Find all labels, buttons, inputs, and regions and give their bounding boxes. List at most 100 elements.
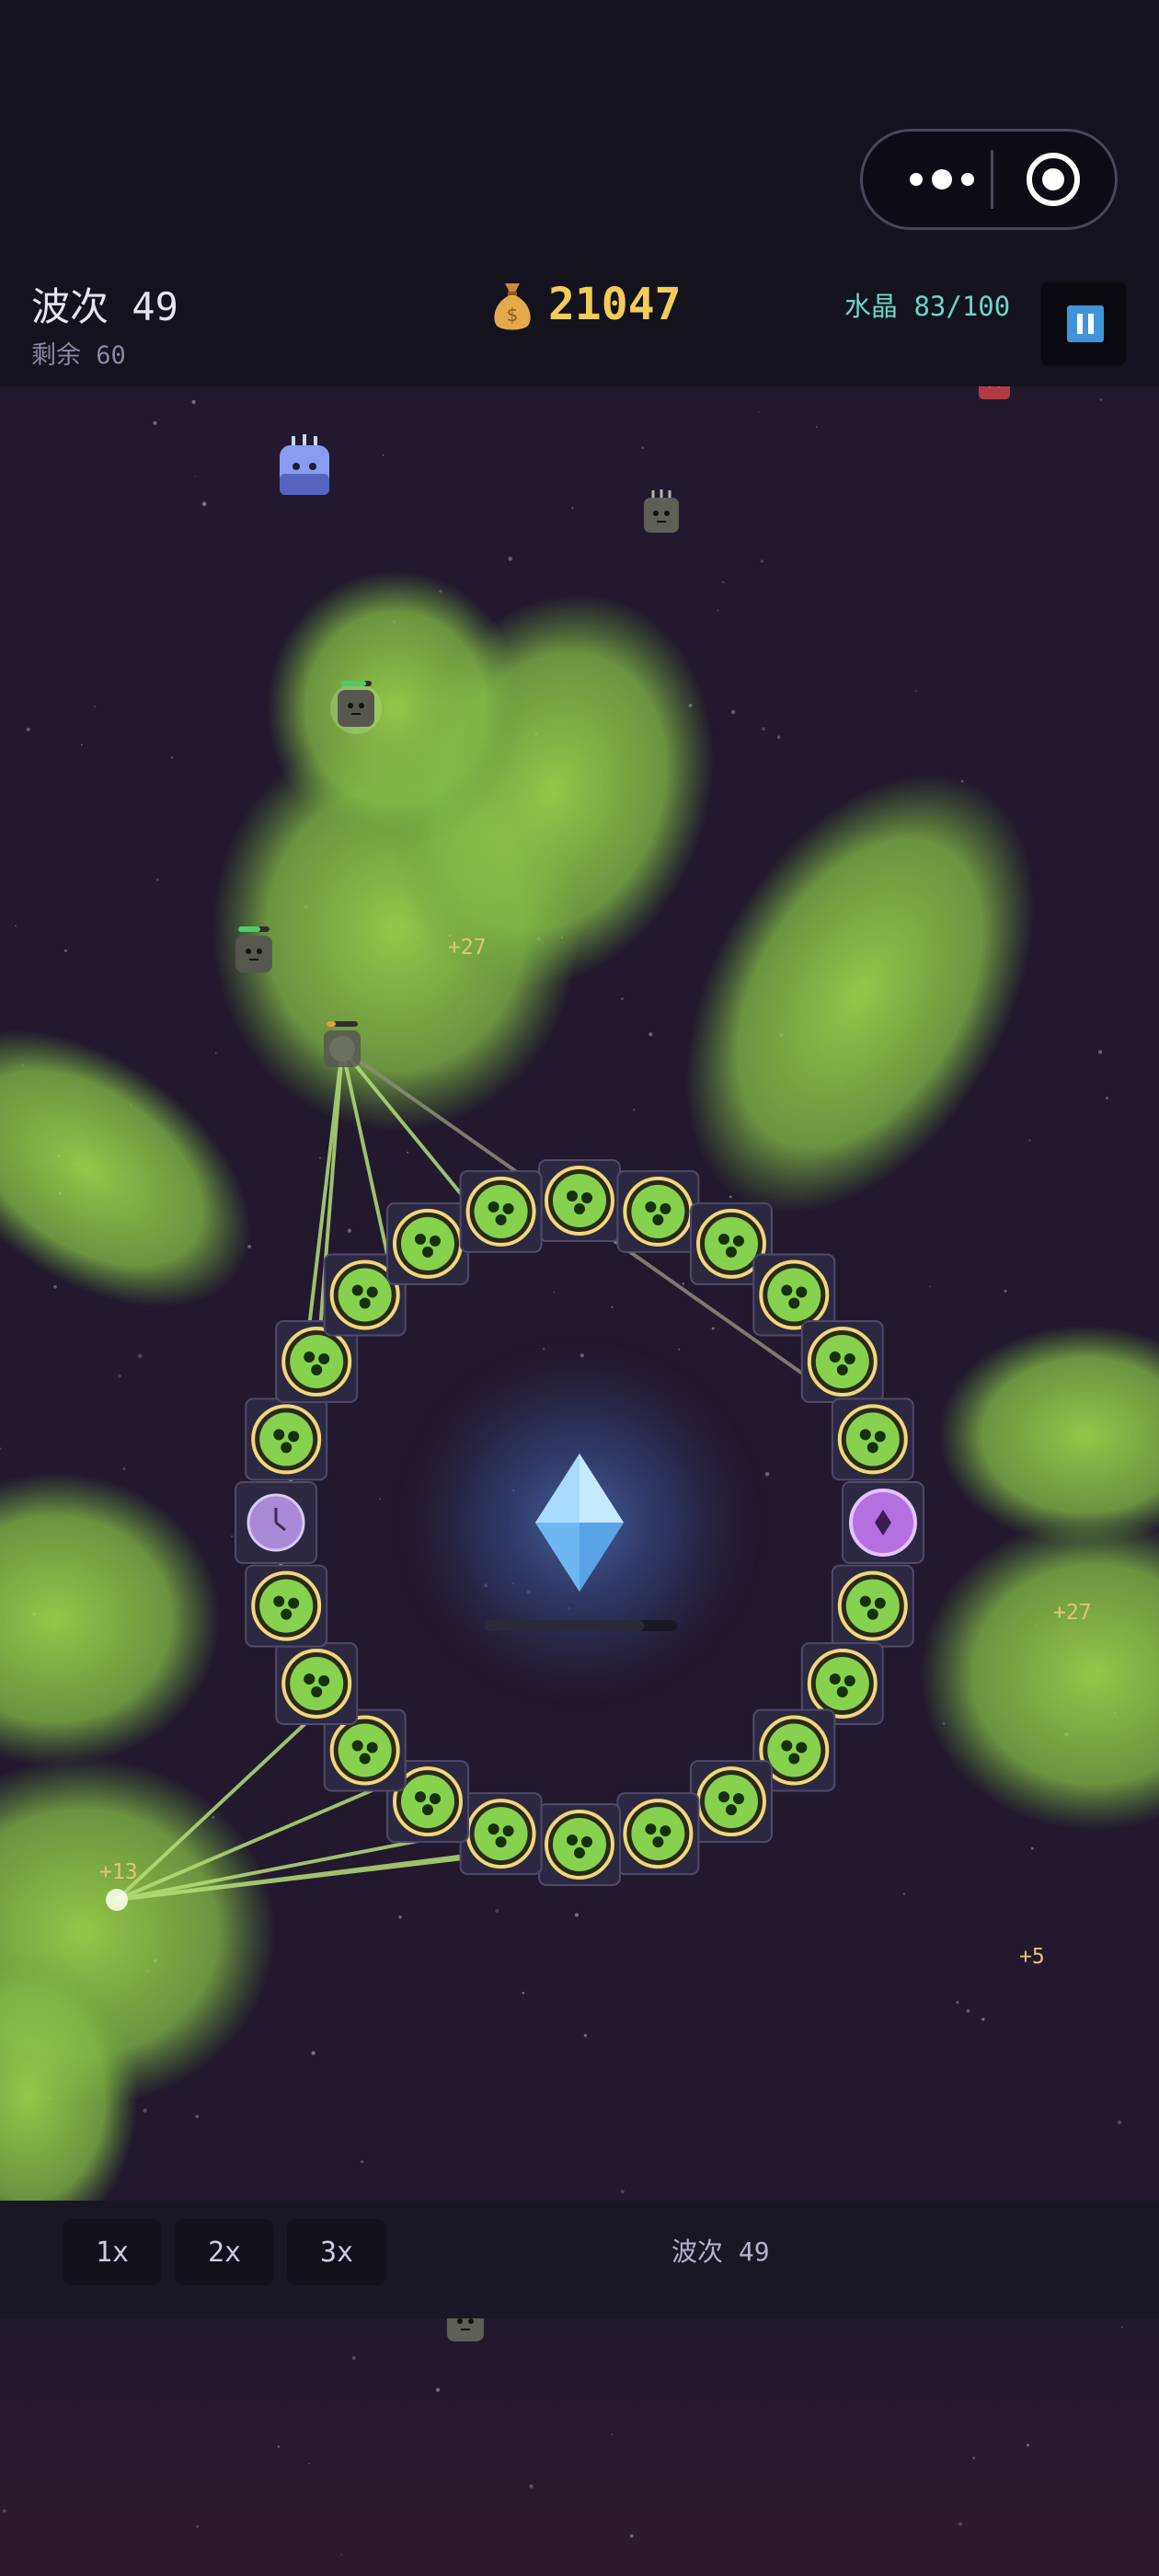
speed-2x-button[interactable]: 2x [175,2219,274,2285]
tower-slot[interactable] [459,1169,543,1253]
tower-slot[interactable] [800,1320,884,1403]
star [611,1305,614,1308]
star [170,756,174,759]
star [26,728,30,731]
star [760,559,764,563]
star [153,420,157,425]
star [137,1353,143,1359]
target-icon[interactable] [1024,150,1083,209]
star [311,2051,316,2055]
tower-slot[interactable] [459,1792,543,1876]
svg-text:$: $ [507,304,519,326]
enemy [644,489,679,533]
star [14,925,17,927]
speed-1x-button[interactable]: 1x [63,2219,162,2285]
more-dots-icon[interactable] [896,132,988,227]
star [529,2484,534,2489]
tower-slot[interactable] [831,1397,914,1481]
star [215,1052,217,1054]
gold-display: $ 21047 [488,278,682,331]
star [902,1892,906,1895]
enemy [280,434,329,495]
star [764,1472,770,1477]
star [620,2190,625,2194]
star [0,1447,2,1451]
star [721,581,725,584]
star [711,1327,715,1330]
star [1027,2444,1029,2447]
star [436,2387,440,2392]
bottom-wave-label: 波次 49 [671,2237,770,2267]
impact-spark [106,1889,128,1911]
star [1097,1050,1103,1054]
tower-slot[interactable] [616,1169,700,1253]
game-stage: 波次 49 剩余 60 $ 21047 水晶 83/100 +27 +27 +1… [0,0,1159,2576]
star [407,1151,408,1154]
star [571,507,574,510]
bottom-background [0,2318,1159,2576]
bottom-bar [0,2201,1159,2318]
pause-button[interactable] [1041,282,1126,366]
star [495,1909,499,1913]
tower-slot[interactable] [616,1792,700,1876]
star [508,556,513,561]
tower-slot[interactable] [275,1642,359,1725]
star [1030,1846,1034,1850]
star [621,997,624,1001]
gold-amount: 21047 [548,279,682,330]
star [574,1913,580,1917]
star [956,2000,959,2005]
star [633,1109,636,1111]
capsule-divider [991,150,993,209]
star [93,706,96,707]
star [201,501,207,506]
star [118,1374,122,1378]
floating-gain-text: +13 [99,1860,138,1884]
star [522,1992,525,1995]
tower-slot[interactable] [842,1481,924,1564]
tower-slot[interactable] [386,1202,469,1285]
wave-label: 波次 49 [31,284,178,329]
star [143,2108,147,2113]
star [361,2160,364,2164]
star [1120,2326,1124,2329]
tower-slot[interactable] [538,1159,621,1242]
tower-slot[interactable] [690,1760,773,1844]
star [630,2534,634,2538]
star [379,1498,381,1501]
star [815,426,818,429]
star [308,2462,310,2465]
star [972,2456,976,2460]
floating-gain-text: +27 [1053,1601,1092,1625]
star [717,609,719,612]
poison-cloud [0,1472,221,1766]
star [1106,1097,1108,1100]
star [277,2445,281,2448]
star [678,1348,680,1351]
mini-program-capsule[interactable] [860,129,1118,230]
star [347,1228,352,1233]
star [340,2553,342,2556]
star [398,1915,402,1919]
tower-slot[interactable] [831,1564,914,1648]
star [318,1156,322,1160]
speed-3x-button[interactable]: 3x [287,2219,386,2285]
floating-gain-text: +5 [1019,1945,1045,1969]
star [553,1291,556,1294]
playfield [0,366,1159,2576]
star [762,727,765,731]
star [611,2433,614,2436]
star [757,411,760,413]
star [958,2522,963,2526]
pause-icon[interactable] [1067,305,1104,342]
tower-slot[interactable] [235,1481,317,1564]
star [777,735,781,739]
tower-slot[interactable] [245,1564,328,1648]
star [352,2356,356,2360]
tower-slot[interactable] [245,1397,328,1481]
poison-cloud [920,1518,1159,1831]
star [966,2009,970,2013]
tower-slot[interactable] [538,1803,621,1886]
star [583,2033,588,2038]
star [682,1282,684,1285]
